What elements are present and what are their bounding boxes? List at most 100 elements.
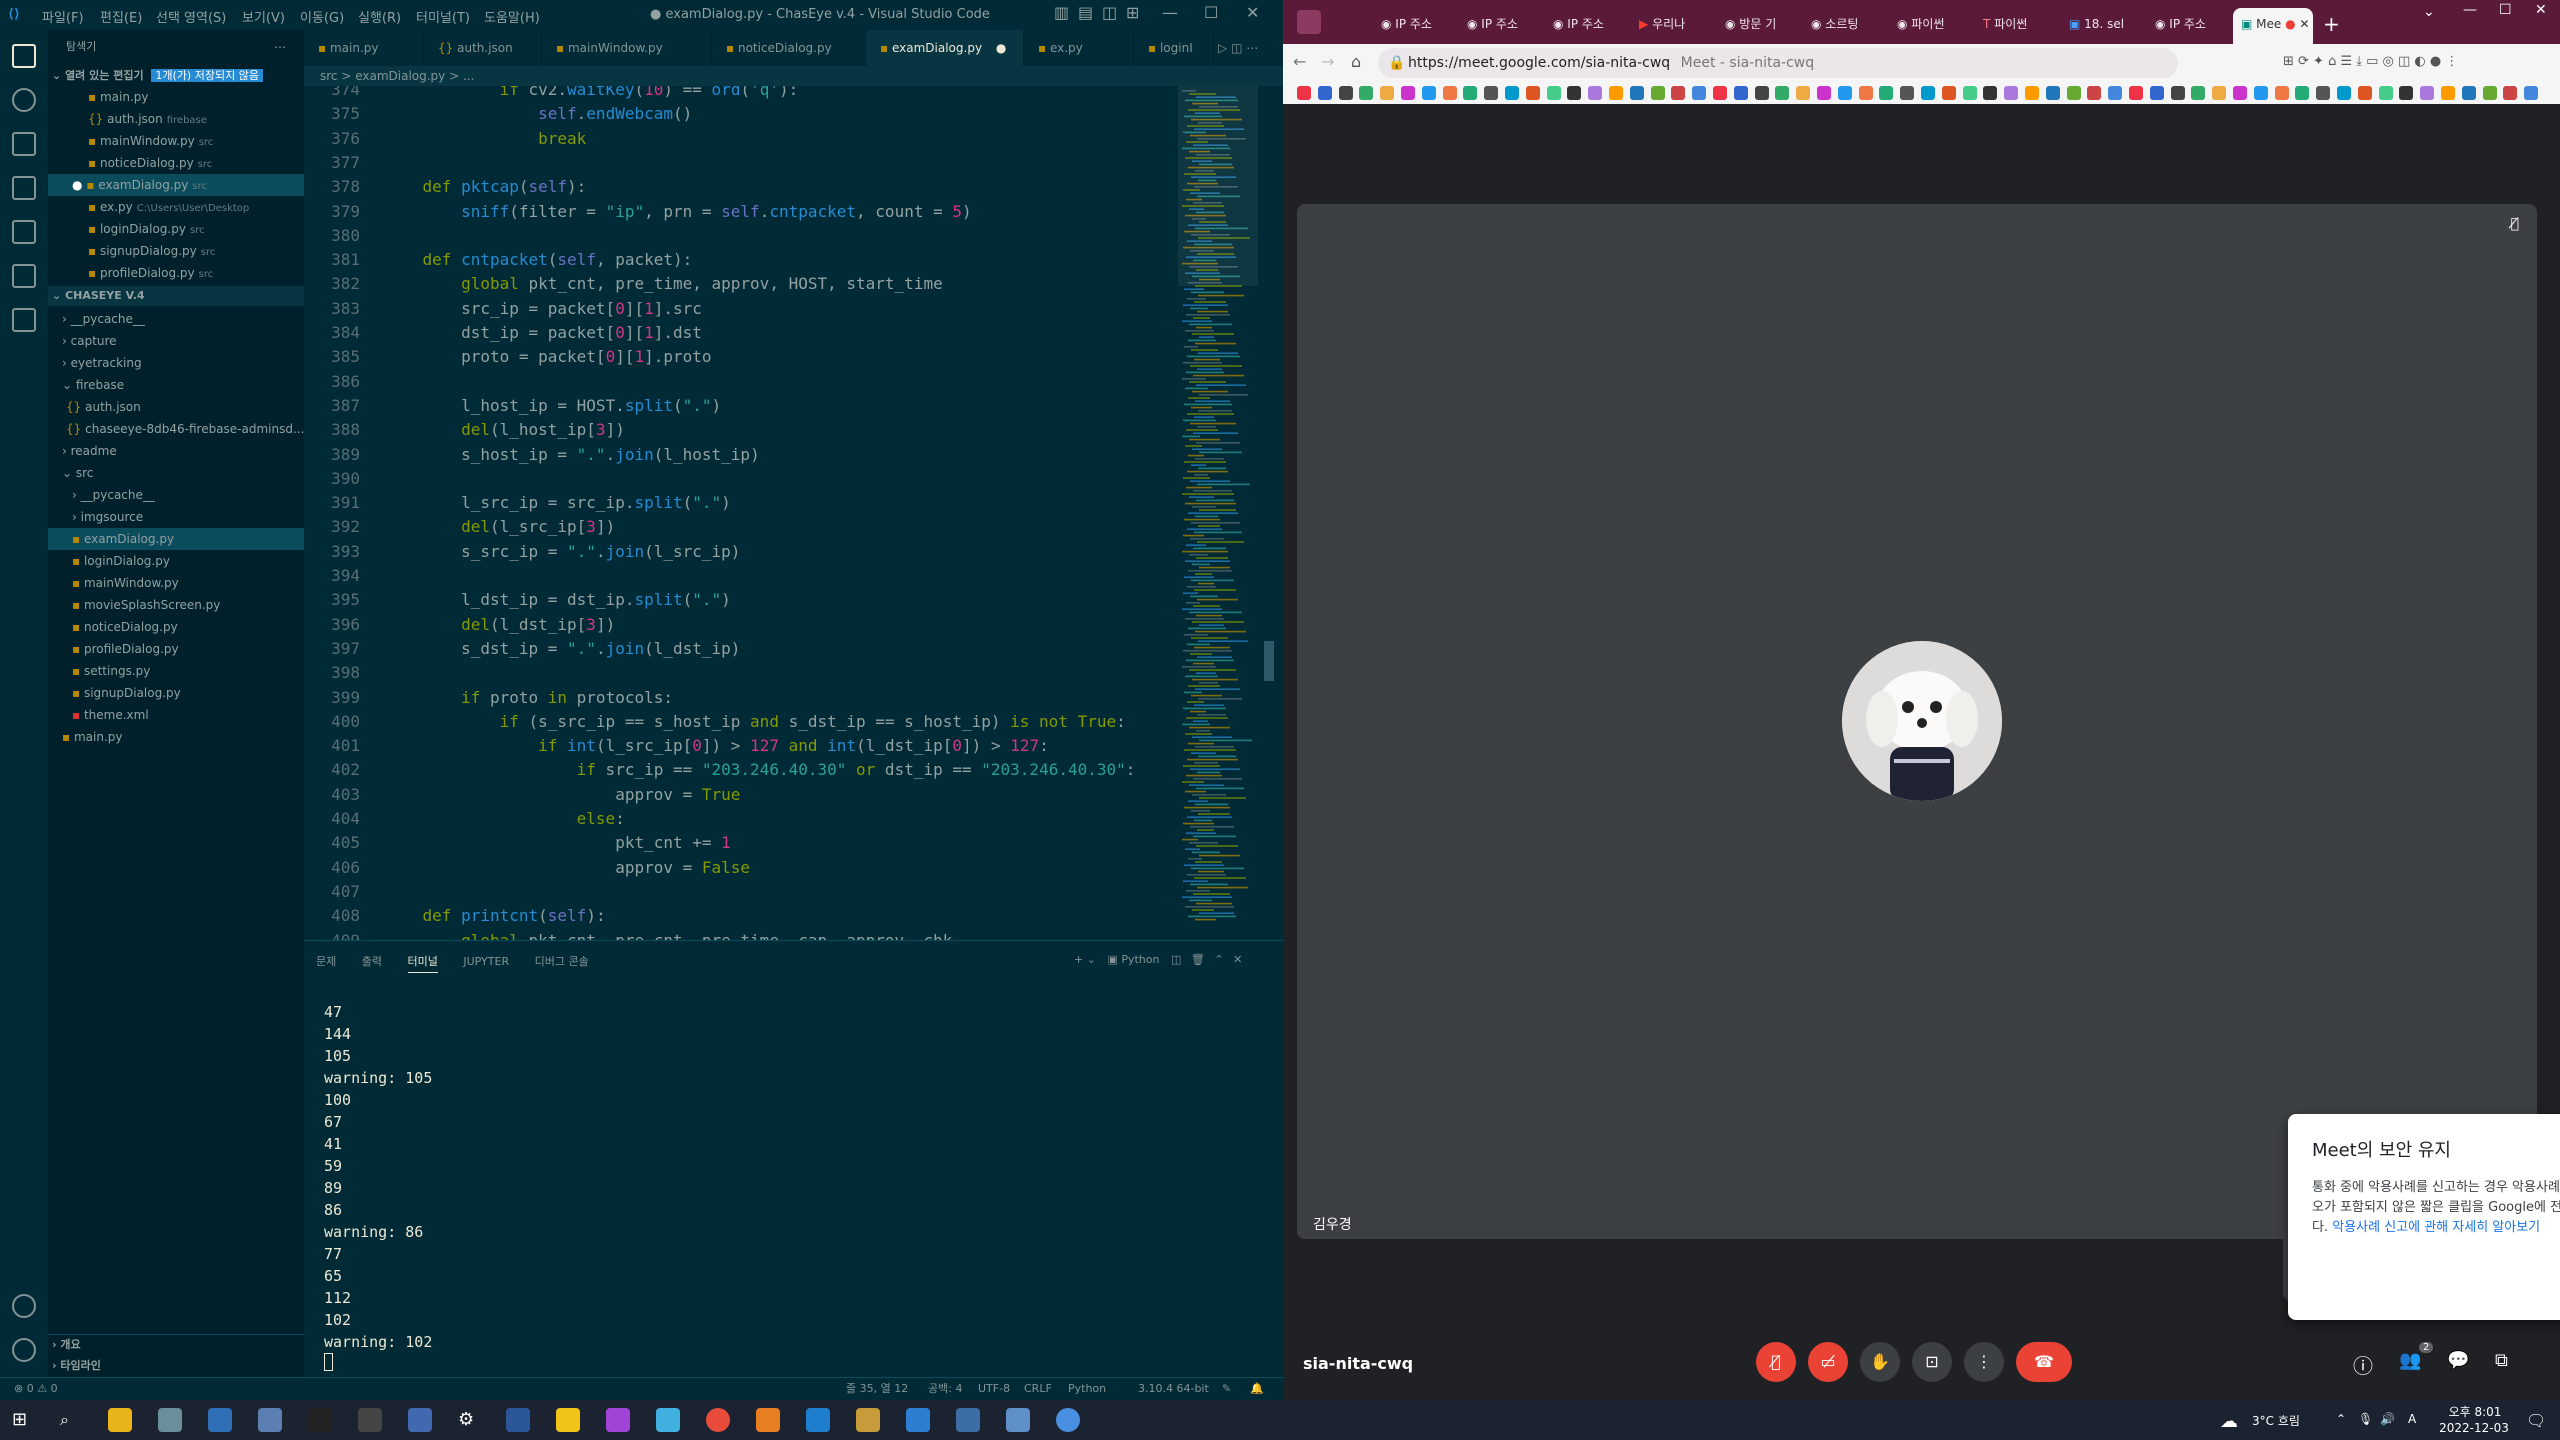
speaker-icon[interactable]: 🔊: [2380, 1412, 2395, 1426]
minimize-icon[interactable]: —: [1162, 3, 1178, 22]
back-icon[interactable]: ←: [1293, 52, 1306, 71]
code-line[interactable]: if (s_src_ip == s_host_ip and s_dst_ip =…: [384, 712, 1126, 731]
code-editor[interactable]: 374 if cv2.waitKey(10) == ord('q'): 375 s…: [304, 86, 1283, 940]
lock-icon[interactable]: 🔒: [1388, 48, 1405, 78]
bookmark-icon[interactable]: [2337, 86, 2351, 100]
close-icon[interactable]: ✕: [2535, 2, 2547, 18]
app-icon[interactable]: [906, 1408, 930, 1432]
extension-icons[interactable]: ⊞ ⟳ ✦ ⌂ ☰ ⤓ ▭ ◎ ◫ ◐ ● ⋮: [2283, 54, 2543, 74]
editor-scrollbar[interactable]: [1262, 86, 1276, 940]
code-line[interactable]: if int(l_src_ip[0]) > 127 and int(l_dst_…: [384, 736, 1049, 755]
camera-off-button[interactable]: ▭̸: [1808, 1342, 1848, 1382]
meeting-info-icon[interactable]: ⓘ: [2353, 1350, 2373, 1379]
search-icon[interactable]: [12, 88, 36, 112]
app-icon[interactable]: [1006, 1408, 1030, 1432]
code-line[interactable]: sniff(filter = "ip", prn = self.cntpacke…: [384, 202, 972, 221]
bookmark-icon[interactable]: [1505, 86, 1519, 100]
home-icon[interactable]: ⌂: [1351, 52, 1361, 71]
layout-toggle-icon[interactable]: ▥: [1054, 3, 1069, 22]
file-explorer-icon[interactable]: [108, 1408, 132, 1432]
bookmark-icon[interactable]: [1609, 86, 1623, 100]
chrome-tab[interactable]: ◉ 소르팅: [1803, 8, 1889, 44]
tree-file[interactable]: ▪ main.py: [62, 726, 122, 748]
more-options-button[interactable]: ⋮: [1964, 1342, 2004, 1382]
extensions-icon[interactable]: [12, 220, 36, 244]
dialog-learn-more-link[interactable]: 악용사례 신고에 관해 자세히 알아보기: [2332, 1220, 2540, 1235]
bookmark-icon[interactable]: [1983, 86, 1998, 100]
tree-folder[interactable]: ⌄ firebase: [62, 374, 124, 396]
tab-auth-json[interactable]: {} auth.json: [424, 30, 542, 66]
bookmark-icon[interactable]: [1650, 86, 1665, 100]
maximize-icon[interactable]: ☐: [2499, 2, 2512, 18]
open-editor-item[interactable]: ▪ ex.py C:\Users\User\Desktop: [88, 196, 249, 218]
tree-file[interactable]: ▪ mainWindow.py: [72, 572, 179, 594]
menu-run[interactable]: 실행(R): [358, 7, 401, 26]
tab-mainwindow-py[interactable]: ▪ mainWindow.py: [542, 30, 712, 66]
open-editors-header[interactable]: ⌄ 열려 있는 편집기 1개(가) 저장되지 않음: [48, 66, 304, 86]
terminal-icon[interactable]: [308, 1408, 332, 1432]
bookmark-icon[interactable]: [1837, 86, 1852, 100]
code-line[interactable]: global pkt_cnt, pre_time, approv, HOST, …: [384, 274, 943, 293]
bookmark-icon[interactable]: [2441, 86, 2455, 100]
mic-tray-icon[interactable]: 🎙: [2358, 1412, 2373, 1426]
chrome-tab[interactable]: ◉ IP 주소: [2147, 8, 2233, 44]
code-line[interactable]: s_host_ip = ".".join(l_host_ip): [384, 445, 760, 464]
chrome-tab[interactable]: T 파이썬: [1975, 8, 2061, 44]
tab-output[interactable]: 출력: [362, 955, 382, 968]
weather-cloud-icon[interactable]: ☁: [2220, 1411, 2238, 1432]
run-debug-icon[interactable]: [12, 176, 36, 200]
app-icon[interactable]: [856, 1408, 880, 1432]
close-panel-icon[interactable]: ✕: [1233, 953, 1242, 966]
tab-login-py[interactable]: ▪ loginI: [1134, 30, 1214, 66]
code-line[interactable]: else:: [384, 809, 625, 828]
chrome-tab[interactable]: ▶ 우리나: [1631, 8, 1717, 44]
code-line[interactable]: del(l_dst_ip[3]): [384, 615, 615, 634]
code-line[interactable]: approv = False: [384, 858, 750, 877]
tree-folder[interactable]: › __pycache__: [72, 484, 155, 506]
bookmark-icon[interactable]: [2066, 86, 2081, 100]
chrome-tab[interactable]: ◉ 방문 기: [1717, 8, 1803, 44]
bookmark-icon[interactable]: [2357, 86, 2372, 100]
bookmark-icon[interactable]: [1567, 86, 1582, 100]
tree-folder[interactable]: › readme: [62, 440, 117, 462]
more-actions-icon[interactable]: ⋯: [1246, 41, 1258, 55]
bookmark-icon[interactable]: [2087, 86, 2102, 100]
explorer-icon[interactable]: [12, 44, 36, 68]
tab-main-py[interactable]: ▪ main.py: [304, 30, 424, 66]
bookmark-icon[interactable]: [2295, 86, 2310, 100]
menu-go[interactable]: 이동(G): [300, 7, 344, 26]
bookmark-icon[interactable]: [2108, 86, 2123, 100]
open-editor-item[interactable]: ▪ signupDialog.py src: [88, 240, 215, 262]
bookmark-icon[interactable]: [2274, 86, 2289, 100]
tray-expand-icon[interactable]: ⌃: [2336, 1412, 2346, 1426]
open-editor-item[interactable]: ▪ noticeDialog.py src: [88, 152, 212, 174]
app-icon[interactable]: [756, 1408, 780, 1432]
bookmark-icon[interactable]: [1546, 86, 1561, 100]
bookmark-icon[interactable]: [1484, 86, 1499, 100]
encoding-status[interactable]: UTF-8: [978, 1378, 1010, 1400]
terminal-cursor[interactable]: [324, 1353, 333, 1371]
app-icon[interactable]: [1056, 1408, 1080, 1432]
menu-terminal[interactable]: 터미널(T): [416, 7, 470, 26]
bookmark-icon[interactable]: [2045, 86, 2060, 100]
open-editor-item[interactable]: {} auth.json firebase: [88, 108, 207, 130]
tab-noticedialog-py[interactable]: ▪ noticeDialog.py: [712, 30, 866, 66]
menu-file[interactable]: 파일(F): [42, 7, 84, 26]
bookmark-icon[interactable]: [2191, 86, 2206, 100]
chrome-tab-active[interactable]: ▣ Mee ● ✕: [2233, 8, 2313, 44]
bookmark-icon[interactable]: [1858, 86, 1873, 100]
code-line[interactable]: global pkt_cnt, pre_cnt, pre_time, cap, …: [384, 931, 952, 941]
code-line[interactable]: del(l_host_ip[3]): [384, 420, 625, 439]
bookmark-icon[interactable]: [1359, 86, 1374, 100]
new-terminal-icon[interactable]: + ⌄: [1074, 953, 1096, 966]
ime-indicator[interactable]: A: [2408, 1412, 2416, 1426]
bookmark-icon[interactable]: [2170, 86, 2185, 100]
participant-tile[interactable]: 🎙̸ 김우경: [1297, 204, 2537, 1239]
app-icon[interactable]: [358, 1408, 382, 1432]
notifications-bell-icon[interactable]: 🔔: [1250, 1378, 1264, 1400]
close-icon[interactable]: ✕: [1246, 3, 1259, 22]
account-icon[interactable]: [12, 1294, 36, 1318]
more-actions-icon[interactable]: ⋯: [274, 36, 286, 58]
bookmark-icon[interactable]: [2129, 86, 2143, 100]
bookmark-icon[interactable]: [1442, 86, 1457, 100]
